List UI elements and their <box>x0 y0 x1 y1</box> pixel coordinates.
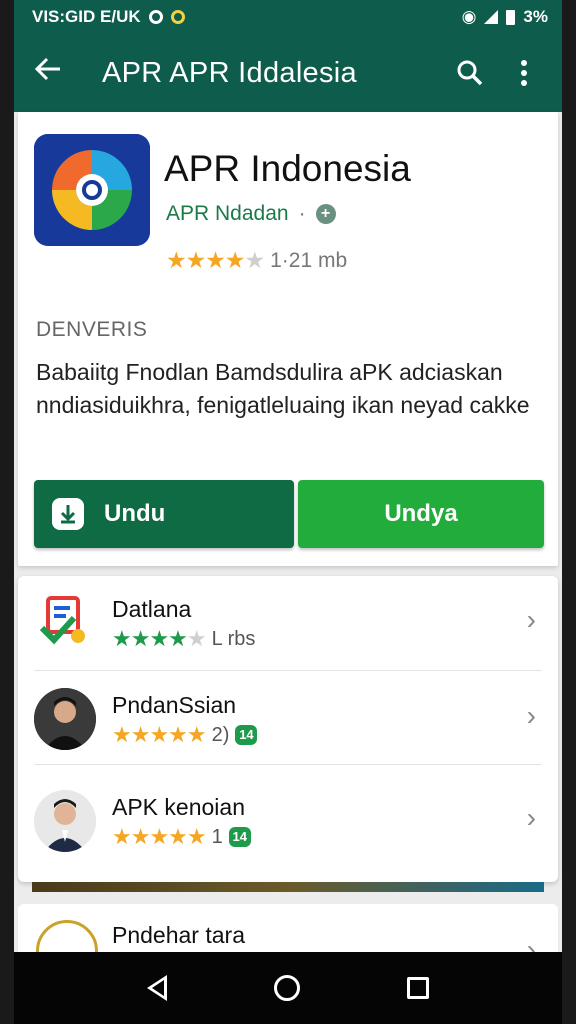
install-button[interactable]: Undya <box>298 480 544 548</box>
notification-icon <box>148 10 163 24</box>
list-item-name: Pndehar tara <box>112 922 245 948</box>
nav-home-icon[interactable] <box>273 975 300 1001</box>
age-badge: 14 <box>228 827 251 847</box>
app-bar-title: APR APR Iddalesia <box>102 56 357 89</box>
developer-row[interactable]: APR Ndadan · + <box>166 202 336 226</box>
notification-icon-2 <box>170 10 185 24</box>
nav-recents-icon[interactable] <box>406 977 429 999</box>
navigation-bar <box>14 952 562 1024</box>
status-bar: VIS:GID E/UK ◉ 3% <box>14 0 562 34</box>
phone-screen: VIS:GID E/UK ◉ 3% APR APR Iddalesia APR … <box>14 0 562 1024</box>
battery-level: 3% <box>523 7 548 26</box>
list-item-name: Datlana <box>112 596 192 622</box>
download-icon <box>52 498 84 530</box>
list-item-rating: ★★★★★ 2) 14 <box>112 722 258 748</box>
download-button-label: Undu <box>104 500 166 527</box>
divider <box>34 670 542 671</box>
app-size: 1·21 mb <box>270 248 348 272</box>
banner-image <box>32 882 544 892</box>
list-item-meta: 2) <box>211 723 230 746</box>
action-buttons: Undu Undya <box>34 480 544 550</box>
install-button-label: Undya <box>384 500 458 527</box>
status-time: VIS:GID E/UK <box>32 7 141 26</box>
rating-stars: ★★★★★ <box>112 626 207 651</box>
divider <box>34 764 542 765</box>
signal-icon <box>484 10 499 24</box>
chevron-right-icon: › <box>526 700 536 731</box>
back-arrow-icon[interactable] <box>34 55 84 91</box>
app-logo-icon <box>34 134 150 246</box>
list-item-name: PndanSsian <box>112 692 237 718</box>
download-button[interactable]: Undu <box>34 480 294 548</box>
list-item-meta: 1 <box>211 825 223 848</box>
rating-stars: ★★★★★ <box>112 722 207 747</box>
avatar <box>34 790 96 852</box>
document-check-icon <box>34 592 96 654</box>
app-bar: APR APR Iddalesia <box>14 34 562 112</box>
avatar <box>34 688 96 750</box>
follow-plus-icon[interactable]: + <box>315 204 336 224</box>
age-badge: 14 <box>235 725 258 745</box>
list-item[interactable]: APK kenoian ★★★★★ 1 14 › <box>18 774 558 866</box>
nav-back-icon[interactable] <box>147 975 168 1001</box>
rating-stars: ★★★★★ <box>166 247 265 273</box>
related-apps-list: Datlana ★★★★★ L rbs › PndanSsian ★★★★★ 2… <box>18 576 558 882</box>
list-item-rating: ★★★★★ L rbs <box>112 626 255 652</box>
chevron-right-icon: › <box>526 604 536 635</box>
section-label: DENVERIS <box>36 318 148 341</box>
more-options-icon[interactable] <box>502 51 546 95</box>
developer-name[interactable]: APR Ndadan <box>166 202 289 226</box>
app-rating: ★★★★★ 1·21 mb <box>166 247 347 274</box>
wifi-icon: ◉ <box>461 7 477 26</box>
app-header-card: APR Indonesia APR Ndadan · + ★★★★★ 1·21 … <box>18 112 558 566</box>
list-item-meta: L rbs <box>211 627 256 650</box>
search-icon[interactable] <box>448 51 492 95</box>
app-name: APR Indonesia <box>164 148 411 189</box>
list-item-rating: ★★★★★ 1 14 <box>112 824 251 850</box>
list-item[interactable]: PndanSsian ★★★★★ 2) 14 › <box>18 672 558 764</box>
battery-icon <box>506 9 516 25</box>
list-item-name: APK kenoian <box>112 794 245 820</box>
app-description: Babaiitg Fnodlan Bamdsdulira aPK adciask… <box>36 359 530 418</box>
rating-stars: ★★★★★ <box>112 824 207 849</box>
list-item[interactable]: Datlana ★★★★★ L rbs › <box>18 576 558 668</box>
chevron-right-icon: › <box>526 802 536 833</box>
